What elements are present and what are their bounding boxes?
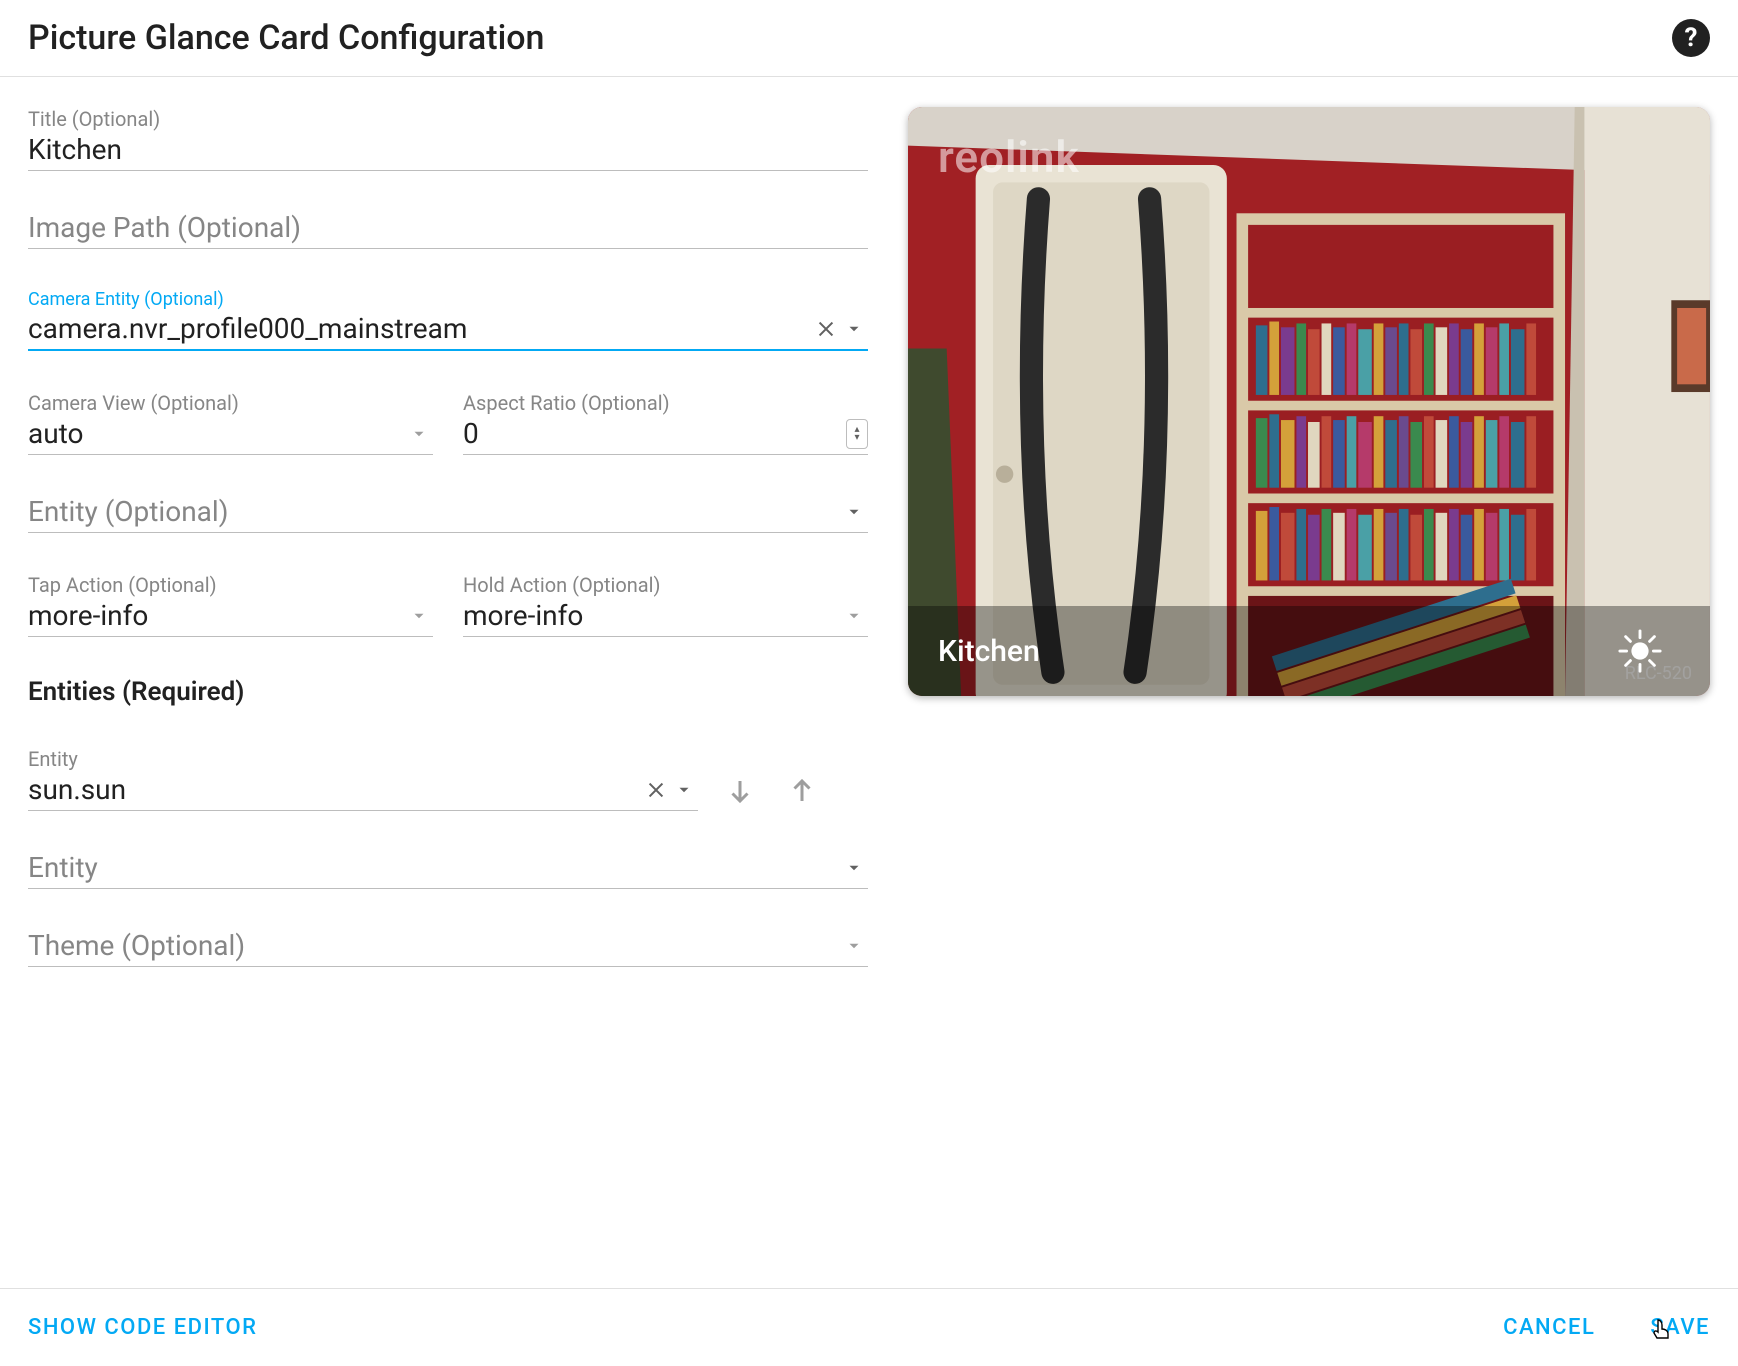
entity-item-label: Entity xyxy=(28,747,698,771)
aspect-ratio-field[interactable]: Aspect Ratio (Optional) ▴ ▾ xyxy=(463,391,868,455)
dialog-header: Picture Glance Card Configuration ? xyxy=(0,0,1738,76)
chevron-down-icon[interactable] xyxy=(840,498,868,526)
tap-action-field[interactable]: Tap Action (Optional) more-info xyxy=(28,573,433,637)
cancel-button[interactable]: CANCEL xyxy=(1503,1315,1595,1340)
camera-watermark: reolink xyxy=(938,131,1080,183)
entity-add-field[interactable]: Entity xyxy=(28,851,868,889)
chevron-down-icon[interactable] xyxy=(840,932,868,960)
image-path-field[interactable]: Image Path (Optional) xyxy=(28,211,868,249)
camera-view-field[interactable]: Camera View (Optional) auto xyxy=(28,391,433,455)
camera-view-label: Camera View (Optional) xyxy=(28,391,433,415)
entities-heading: Entities (Required) xyxy=(28,677,868,707)
clear-icon[interactable] xyxy=(642,776,670,804)
hold-action-field[interactable]: Hold Action (Optional) more-info xyxy=(463,573,868,637)
dialog-title: Picture Glance Card Configuration xyxy=(28,18,544,58)
chevron-down-icon[interactable] xyxy=(405,602,433,630)
theme-field[interactable]: Theme (Optional) xyxy=(28,929,868,967)
chevron-down-icon[interactable] xyxy=(405,420,433,448)
number-spinner[interactable]: ▴ ▾ xyxy=(846,419,868,449)
theme-placeholder: Theme (Optional) xyxy=(28,929,840,962)
tap-action-value: more-info xyxy=(28,599,405,632)
form-column: Title (Optional) Image Path (Optional) C… xyxy=(28,107,868,1278)
preview-card[interactable]: reolink RLC-520 Kitchen xyxy=(908,107,1710,696)
aspect-ratio-label: Aspect Ratio (Optional) xyxy=(463,391,868,415)
spinner-down-icon[interactable]: ▾ xyxy=(854,434,859,442)
config-dialog: Picture Glance Card Configuration ? Titl… xyxy=(0,0,1738,1366)
dialog-body: Title (Optional) Image Path (Optional) C… xyxy=(0,77,1738,1288)
camera-entity-label: Camera Entity (Optional) xyxy=(28,289,868,310)
hold-action-label: Hold Action (Optional) xyxy=(463,573,868,597)
camera-entity-input[interactable] xyxy=(28,312,812,345)
card-title: Kitchen xyxy=(938,634,1040,669)
move-down-icon[interactable] xyxy=(720,771,760,811)
help-icon[interactable]: ? xyxy=(1672,19,1710,57)
chevron-down-icon[interactable] xyxy=(840,602,868,630)
tap-action-label: Tap Action (Optional) xyxy=(28,573,433,597)
image-path-placeholder: Image Path (Optional) xyxy=(28,211,868,244)
camera-view-value: auto xyxy=(28,417,405,450)
title-field[interactable]: Title (Optional) xyxy=(28,107,868,171)
entity-item-field[interactable]: Entity xyxy=(28,747,698,811)
cursor-icon xyxy=(1650,1317,1674,1341)
aspect-ratio-input[interactable] xyxy=(463,417,846,450)
camera-entity-field[interactable]: Camera Entity (Optional) xyxy=(28,289,868,351)
title-input[interactable] xyxy=(28,133,868,166)
entity-row: Entity xyxy=(28,747,868,811)
preview-column: reolink RLC-520 Kitchen xyxy=(908,107,1710,1278)
move-up-icon[interactable] xyxy=(782,771,822,811)
entity-optional-field[interactable]: Entity (Optional) xyxy=(28,495,868,533)
entity-optional-placeholder: Entity (Optional) xyxy=(28,495,840,528)
card-overlay: Kitchen xyxy=(908,606,1710,696)
view-aspect-row: Camera View (Optional) auto Aspect Ratio… xyxy=(28,391,868,455)
tap-hold-row: Tap Action (Optional) more-info Hold Act… xyxy=(28,573,868,637)
dialog-footer: SHOW CODE EDITOR CANCEL SAVE xyxy=(0,1289,1738,1366)
chevron-down-icon[interactable] xyxy=(670,776,698,804)
title-label: Title (Optional) xyxy=(28,107,868,131)
chevron-down-icon[interactable] xyxy=(840,854,868,882)
entity-item-input[interactable] xyxy=(28,773,642,806)
sun-icon[interactable] xyxy=(1600,621,1680,681)
entity-add-placeholder: Entity xyxy=(28,851,840,884)
hold-action-value: more-info xyxy=(463,599,840,632)
clear-icon[interactable] xyxy=(812,315,840,343)
show-code-editor-button[interactable]: SHOW CODE EDITOR xyxy=(28,1315,258,1340)
chevron-down-icon[interactable] xyxy=(840,315,868,343)
